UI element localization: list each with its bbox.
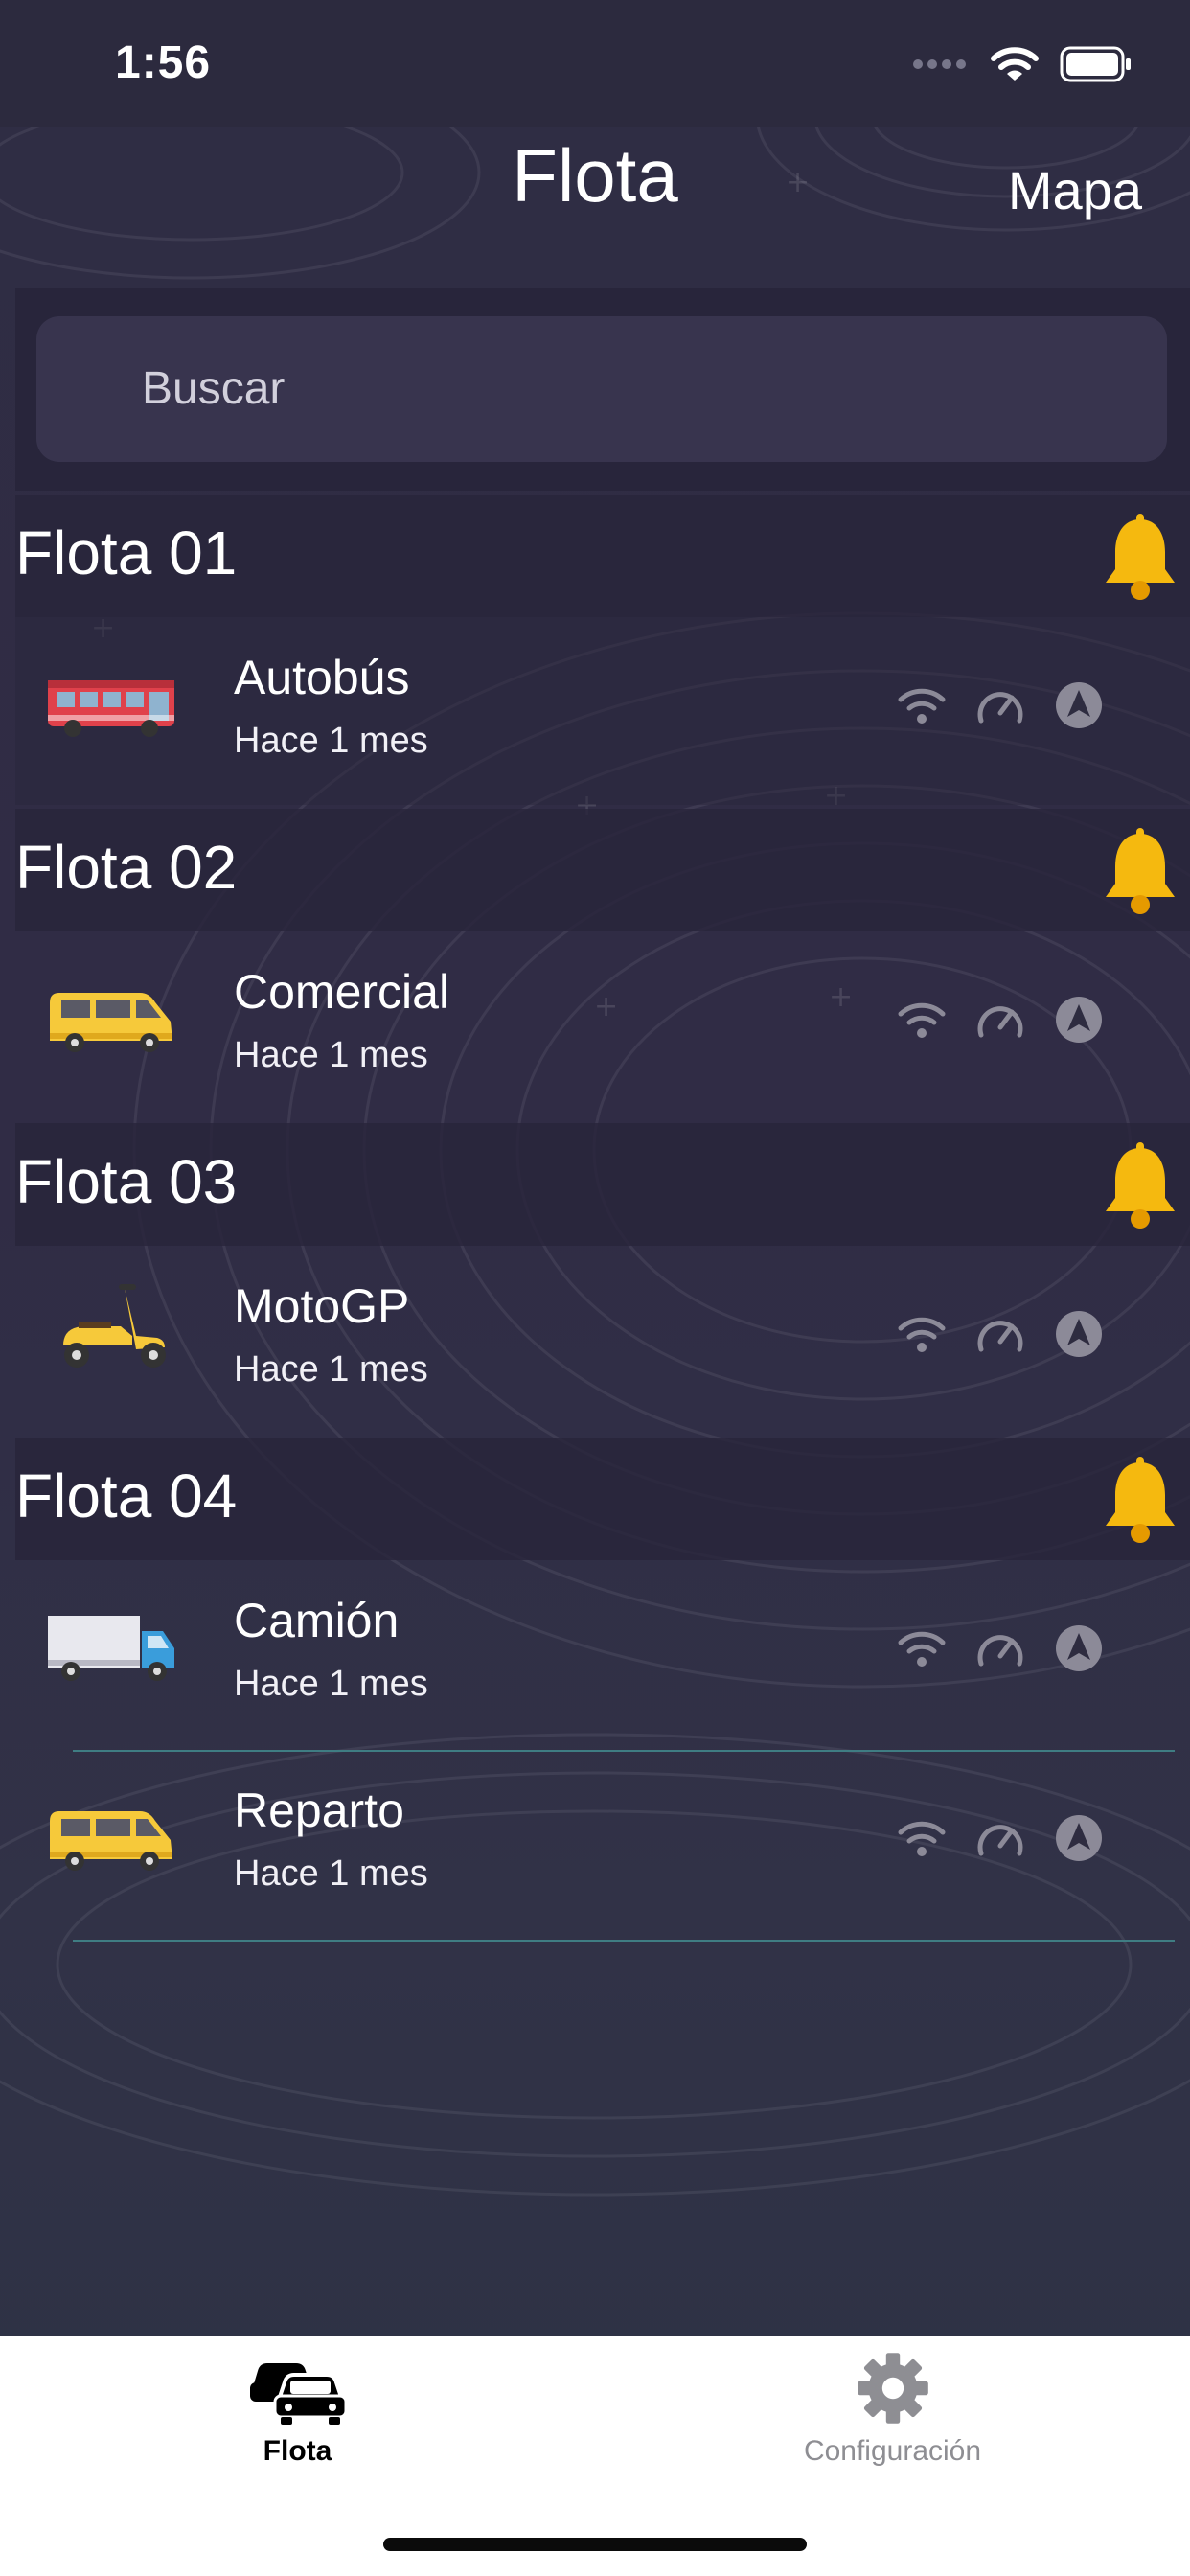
status-bar: 1:56 [0,0,1190,126]
app-screen: + + + + + + 1:56 Flota Mapa Buscar Flota… [0,0,1190,2576]
signal-icon [898,1821,946,1856]
van-icon [50,993,172,1052]
section-title: Flota 02 [15,833,238,902]
vehicle-name: Autobús [234,651,410,704]
vehicle-name: Reparto [234,1783,404,1837]
vehicle-last-update: Hace 1 mes [234,1664,428,1704]
vehicle-status-icons [897,680,1104,730]
cellular-dots-icon [913,59,966,69]
home-indicator [383,2538,807,2551]
section-header: Flota 01 [15,494,1190,617]
signal-icon [898,1317,946,1352]
cars-icon [249,2363,347,2425]
bell-icon[interactable] [1102,828,1179,916]
scooter-icon [63,1284,166,1368]
vehicle-status-icons [897,995,1104,1045]
status-icons [912,46,1133,82]
vehicle-name: Comercial [234,965,450,1019]
map-button[interactable]: Mapa [1008,159,1142,221]
navigation-icon [1056,682,1102,728]
vehicle-status-icons [897,1813,1104,1863]
bell-icon[interactable] [1102,514,1179,602]
bell-icon[interactable] [1102,1142,1179,1230]
navigation-icon [1056,1625,1102,1671]
section-title: Flota 01 [15,518,238,587]
tab-configuracion[interactable]: Configuración [595,2350,1190,2468]
signal-icon [898,688,946,724]
tab-flota[interactable]: Flota [0,2350,595,2468]
speedometer-icon [977,1635,1023,1667]
vehicle-row[interactable]: Comercial Hace 1 mes [15,932,1190,1119]
tab-label: Flota [263,2435,332,2467]
bus-icon [48,680,174,737]
vehicle-name: MotoGP [234,1279,410,1333]
section-title: Flota 03 [15,1147,238,1216]
signal-icon [898,1002,946,1038]
speedometer-icon [977,692,1023,724]
vehicle-last-update: Hace 1 mes [234,721,428,761]
speedometer-icon [977,1321,1023,1352]
section-header: Flota 03 [15,1123,1190,1246]
section-title: Flota 04 [15,1461,238,1530]
vehicle-last-update: Hace 1 mes [234,1349,428,1390]
vehicle-last-update: Hace 1 mes [234,1035,428,1075]
van-icon [50,1811,172,1871]
battery-icon [1060,46,1131,82]
truck-icon [48,1616,174,1681]
vehicle-last-update: Hace 1 mes [234,1853,428,1894]
search-bar: Buscar [15,288,1190,491]
row-separator [73,1940,1175,1942]
vehicle-row[interactable]: MotoGP Hace 1 mes [15,1246,1190,1434]
gear-icon [857,2353,928,2424]
vehicle-row[interactable]: Autobús Hace 1 mes [15,617,1190,805]
navigation-icon [1056,1815,1102,1861]
vehicle-row[interactable]: Reparto Hace 1 mes [15,1750,1190,1938]
section-header: Flota 04 [15,1438,1190,1560]
vehicle-row[interactable]: Camión Hace 1 mes [15,1560,1190,1748]
vehicle-name: Camión [234,1594,400,1647]
status-time: 1:56 [115,37,212,88]
speedometer-icon [977,1006,1023,1038]
vehicle-status-icons [897,1309,1104,1359]
bell-icon[interactable] [1102,1457,1179,1545]
vehicle-status-icons [897,1623,1104,1673]
navigation-icon [1056,997,1102,1043]
search-input[interactable]: Buscar [36,316,1167,462]
tab-label: Configuración [803,2435,982,2467]
wifi-icon [991,47,1039,80]
section-header: Flota 02 [15,809,1190,932]
speedometer-icon [977,1825,1023,1856]
navigation-icon [1056,1311,1102,1357]
search-placeholder: Buscar [142,363,286,414]
signal-icon [898,1631,946,1667]
